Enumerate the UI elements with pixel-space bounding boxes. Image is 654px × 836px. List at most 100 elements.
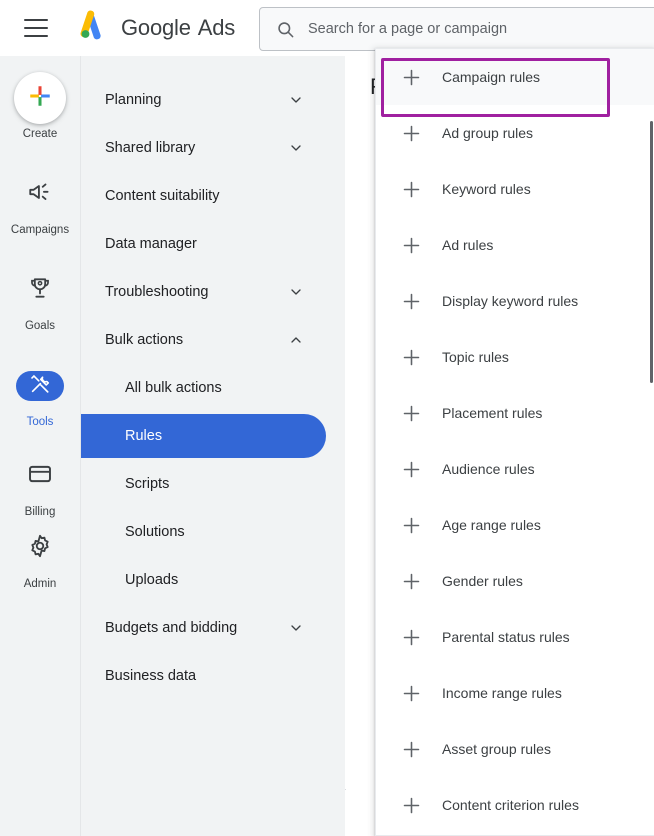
menu-item-audience-rules[interactable]: Audience rules <box>376 441 654 497</box>
sidebar-item-data-manager[interactable]: Data manager <box>81 222 326 266</box>
menu-item-asset-group-rules[interactable]: Asset group rules <box>376 721 654 777</box>
plus-icon <box>400 682 422 704</box>
rail-label-billing: Billing <box>24 506 56 518</box>
sidebar-item-rules[interactable]: Rules <box>81 414 326 458</box>
plus-icon <box>400 178 422 200</box>
menu-label-keyword-rules: Keyword rules <box>442 181 531 197</box>
rail-label-admin: Admin <box>23 578 57 590</box>
menu-label-placement-rules: Placement rules <box>442 405 543 421</box>
plus-icon <box>400 514 422 536</box>
sidebar-item-budgets-and-bidding[interactable]: Budgets and bidding <box>81 606 326 650</box>
chevron-down-icon[interactable] <box>288 284 304 300</box>
menu-item-parental-status-rules[interactable]: Parental status rules <box>376 609 654 665</box>
wrench-hammer-icon <box>29 373 51 400</box>
brand-ads-text: Ads <box>197 15 236 40</box>
sidebar-label-budgets-and-bidding: Budgets and bidding <box>105 620 238 636</box>
sidebar-item-uploads[interactable]: Uploads <box>81 558 326 602</box>
rail-label-create: Create <box>22 128 58 140</box>
sidebar-label-scripts: Scripts <box>125 476 170 492</box>
dropdown-scrollbar-thumb[interactable] <box>650 121 653 383</box>
menu-item-ad-rules[interactable]: Ad rules <box>376 217 654 273</box>
sidebar-label-content-suitability: Content suitability <box>105 188 220 204</box>
sidebar-item-business-data[interactable]: Business data <box>81 654 326 698</box>
sidebar-item-planning[interactable]: Planning <box>81 78 326 122</box>
plus-icon <box>400 122 422 144</box>
sidebar-item-all-bulk-actions[interactable]: All bulk actions <box>81 366 326 410</box>
plus-icon <box>400 458 422 480</box>
rules-type-dropdown-menu: Campaign rules Ad group rules Keyword ru… <box>375 48 654 836</box>
left-icon-rail: Create Campaigns Goals Tools Billing Adm… <box>0 56 80 836</box>
menu-item-content-criterion-rules[interactable]: Content criterion rules <box>376 777 654 833</box>
credit-card-icon <box>27 461 53 492</box>
sidebar-label-data-manager: Data manager <box>105 236 197 252</box>
menu-item-income-range-rules[interactable]: Income range rules <box>376 665 654 721</box>
menu-label-display-keyword-rules: Display keyword rules <box>442 293 579 309</box>
menu-item-age-range-rules[interactable]: Age range rules <box>376 497 654 553</box>
chevron-down-icon[interactable] <box>288 620 304 636</box>
create-button[interactable] <box>14 72 66 124</box>
plus-icon <box>400 626 422 648</box>
rail-item-goals[interactable]: Goals <box>0 264 80 333</box>
rail-item-tools[interactable]: Tools <box>0 360 80 429</box>
sidebar-item-bulk-actions[interactable]: Bulk actions <box>81 318 326 362</box>
sidebar-item-solutions[interactable]: Solutions <box>81 510 326 554</box>
rail-item-billing[interactable]: Billing <box>0 450 80 519</box>
menu-label-campaign-rules: Campaign rules <box>442 69 541 85</box>
menu-label-parental-status-rules: Parental status rules <box>442 629 570 645</box>
chevron-down-icon[interactable] <box>288 92 304 108</box>
menu-label-content-criterion-rules: Content criterion rules <box>442 797 579 813</box>
gear-icon <box>27 533 53 564</box>
menu-label-gender-rules: Gender rules <box>442 573 523 589</box>
google-ads-app: R GoogleAds <box>0 0 654 836</box>
menu-label-audience-rules: Audience rules <box>442 461 535 477</box>
menu-label-ad-rules: Ad rules <box>442 237 494 253</box>
plus-multicolor-icon <box>27 83 53 114</box>
sidebar-item-shared-library[interactable]: Shared library <box>81 126 326 170</box>
plus-icon <box>400 570 422 592</box>
sidebar-label-solutions: Solutions <box>125 524 185 540</box>
menu-label-ad-group-rules: Ad group rules <box>442 125 534 141</box>
menu-item-campaign-rules[interactable]: Campaign rules <box>376 49 654 105</box>
sidebar-label-shared-library: Shared library <box>105 140 196 156</box>
rail-label-tools: Tools <box>26 416 54 428</box>
hamburger-menu-icon[interactable] <box>24 19 48 37</box>
rail-item-admin[interactable]: Admin <box>0 522 80 591</box>
menu-label-age-range-rules: Age range rules <box>442 517 541 533</box>
brand-google-text: Google <box>121 15 191 40</box>
search-input[interactable]: Search for a page or campaign <box>259 7 654 51</box>
sidebar-label-business-data: Business data <box>105 668 197 684</box>
menu-item-display-keyword-rules[interactable]: Display keyword rules <box>376 273 654 329</box>
sidebar-item-scripts[interactable]: Scripts <box>81 462 326 506</box>
trophy-icon <box>27 275 53 306</box>
dropdown-scrollbar[interactable] <box>650 49 654 835</box>
search-placeholder-text: Search for a page or campaign <box>308 21 508 37</box>
rail-item-create[interactable]: Create <box>0 72 80 141</box>
menu-item-topic-rules[interactable]: Topic rules <box>376 329 654 385</box>
menu-item-placement-rules[interactable]: Placement rules <box>376 385 654 441</box>
sidebar-label-bulk-actions: Bulk actions <box>105 332 184 348</box>
plus-icon <box>400 794 422 816</box>
menu-item-ad-group-rules[interactable]: Ad group rules <box>376 105 654 161</box>
secondary-navigation: Planning Shared library Content suitabil… <box>80 56 345 836</box>
tools-active-pill[interactable] <box>16 371 64 401</box>
search-icon <box>276 20 295 39</box>
plus-icon <box>400 738 422 760</box>
sidebar-label-all-bulk-actions: All bulk actions <box>125 380 222 396</box>
google-ads-brand[interactable]: Google Ads <box>77 9 235 48</box>
chevron-up-icon[interactable] <box>288 332 304 348</box>
plus-icon <box>400 346 422 368</box>
plus-icon <box>400 234 422 256</box>
menu-item-keyword-rules[interactable]: Keyword rules <box>376 161 654 217</box>
plus-icon <box>400 66 422 88</box>
rail-item-campaigns[interactable]: Campaigns <box>0 168 80 237</box>
plus-icon <box>400 290 422 312</box>
menu-item-gender-rules[interactable]: Gender rules <box>376 553 654 609</box>
plus-icon <box>400 402 422 424</box>
sidebar-item-content-suitability[interactable]: Content suitability <box>81 174 326 218</box>
sidebar-label-rules: Rules <box>125 428 163 444</box>
megaphone-icon <box>27 179 53 210</box>
rail-label-goals: Goals <box>24 320 56 332</box>
menu-label-income-range-rules: Income range rules <box>442 685 562 701</box>
sidebar-item-troubleshooting[interactable]: Troubleshooting <box>81 270 326 314</box>
chevron-down-icon[interactable] <box>288 140 304 156</box>
